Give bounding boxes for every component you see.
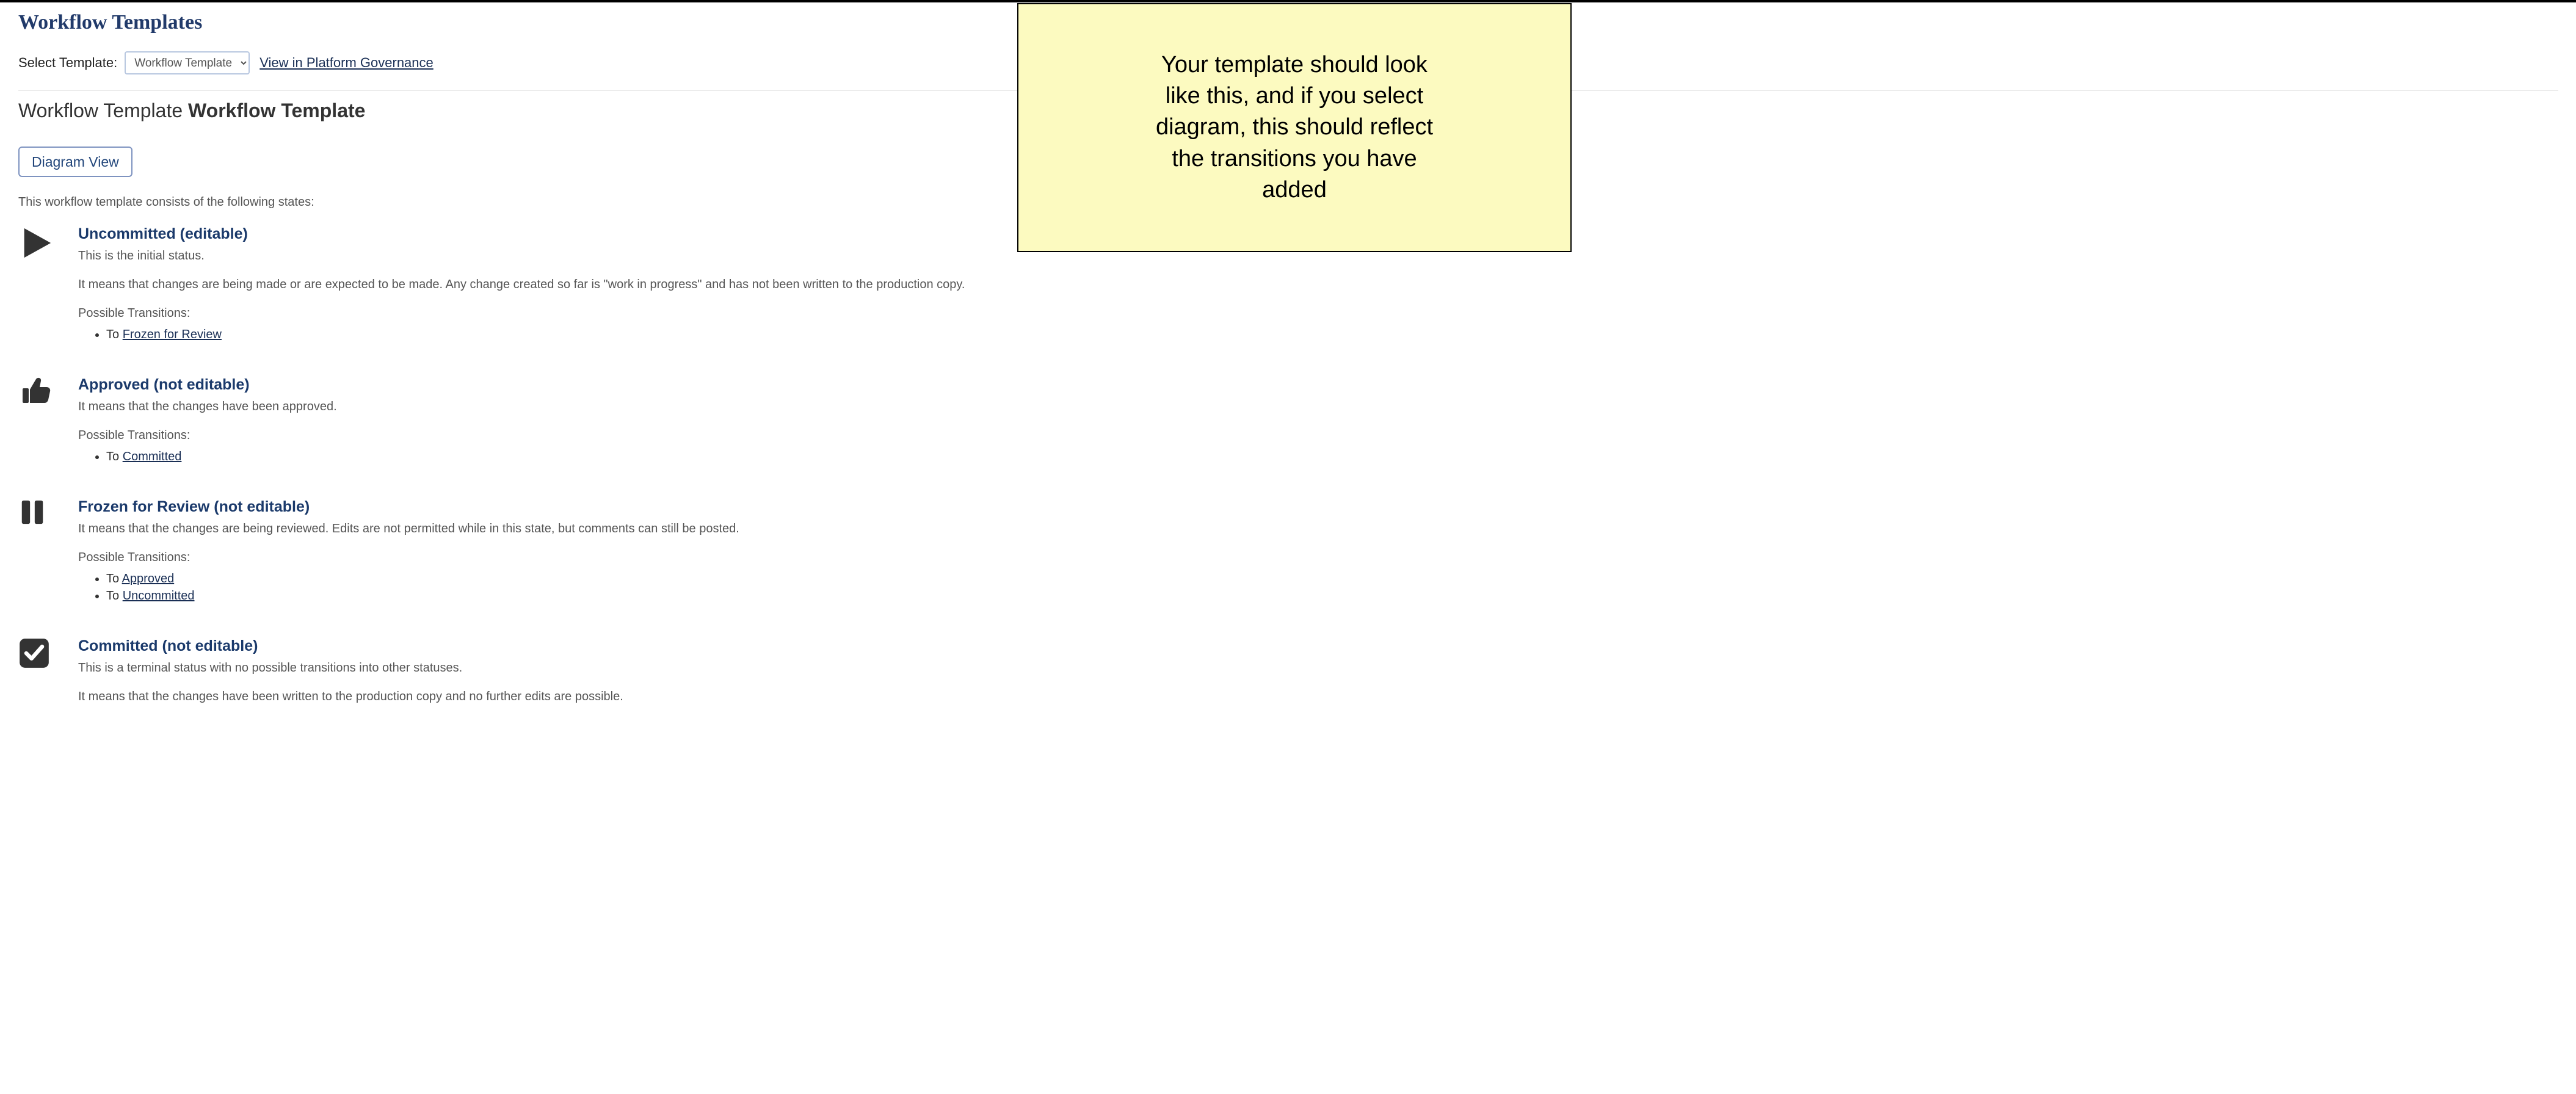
state-block: Approved (not editable) It means that the… [18, 376, 2558, 470]
transitions-list: To Frozen for Review [106, 328, 965, 342]
diagram-view-button[interactable]: Diagram View [18, 147, 132, 177]
transitions-heading: Possible Transitions: [78, 429, 337, 443]
state-block: Frozen for Review (not editable) It means… [18, 498, 2558, 609]
state-subtext: This is the initial status. [78, 249, 965, 263]
view-in-platform-governance-link[interactable]: View in Platform Governance [259, 55, 434, 71]
state-subtext: This is a terminal status with no possib… [78, 661, 623, 675]
play-icon [18, 225, 54, 263]
pause-icon [18, 498, 54, 528]
transition-item: To Frozen for Review [106, 328, 965, 342]
transition-to-prefix: To [106, 572, 122, 585]
state-description: It means that the changes are being revi… [78, 522, 739, 536]
state-block: Committed (not editable) This is a termin… [18, 637, 2558, 719]
state-description: It means that the changes have been writ… [78, 690, 623, 704]
transitions-heading: Possible Transitions: [78, 306, 965, 321]
transition-link[interactable]: Uncommitted [123, 589, 195, 603]
state-description: It means that the changes have been appr… [78, 400, 337, 414]
state-body: Approved (not editable) It means that the… [78, 376, 337, 470]
transition-to-prefix: To [106, 589, 123, 603]
transitions-list: To ApprovedTo Uncommitted [106, 572, 739, 603]
state-body: Frozen for Review (not editable) It means… [78, 498, 739, 609]
transition-link[interactable]: Frozen for Review [123, 328, 222, 341]
diagram-view-button-label: Diagram View [32, 154, 119, 170]
subtitle-name: Workflow Template [188, 100, 365, 121]
state-description: It means that changes are being made or … [78, 278, 965, 292]
states-container: Uncommitted (editable) This is the initia… [18, 225, 2558, 719]
transition-item: To Approved [106, 572, 739, 586]
window-top-bar [0, 0, 2576, 2]
state-heading: Approved (not editable) [78, 376, 337, 394]
state-heading: Uncommitted (editable) [78, 225, 965, 243]
transition-item: To Committed [106, 450, 337, 464]
transition-to-prefix: To [106, 328, 123, 341]
transition-link[interactable]: Committed [123, 450, 182, 463]
state-body: Committed (not editable) This is a termin… [78, 637, 623, 719]
state-heading: Committed (not editable) [78, 637, 623, 655]
state-body: Uncommitted (editable) This is the initia… [78, 225, 965, 348]
transition-item: To Uncommitted [106, 589, 739, 603]
check-icon [18, 637, 54, 671]
template-select[interactable]: Workflow Template [125, 51, 250, 74]
transitions-list: To Committed [106, 450, 337, 464]
instruction-annotation: Your template should look like this, and… [1017, 3, 1572, 252]
transition-to-prefix: To [106, 450, 123, 463]
subtitle-prefix: Workflow Template [18, 100, 188, 121]
select-template-label: Select Template: [18, 55, 117, 71]
thumb-icon [18, 376, 54, 407]
state-heading: Frozen for Review (not editable) [78, 498, 739, 516]
transition-link[interactable]: Approved [122, 572, 175, 585]
transitions-heading: Possible Transitions: [78, 551, 739, 565]
